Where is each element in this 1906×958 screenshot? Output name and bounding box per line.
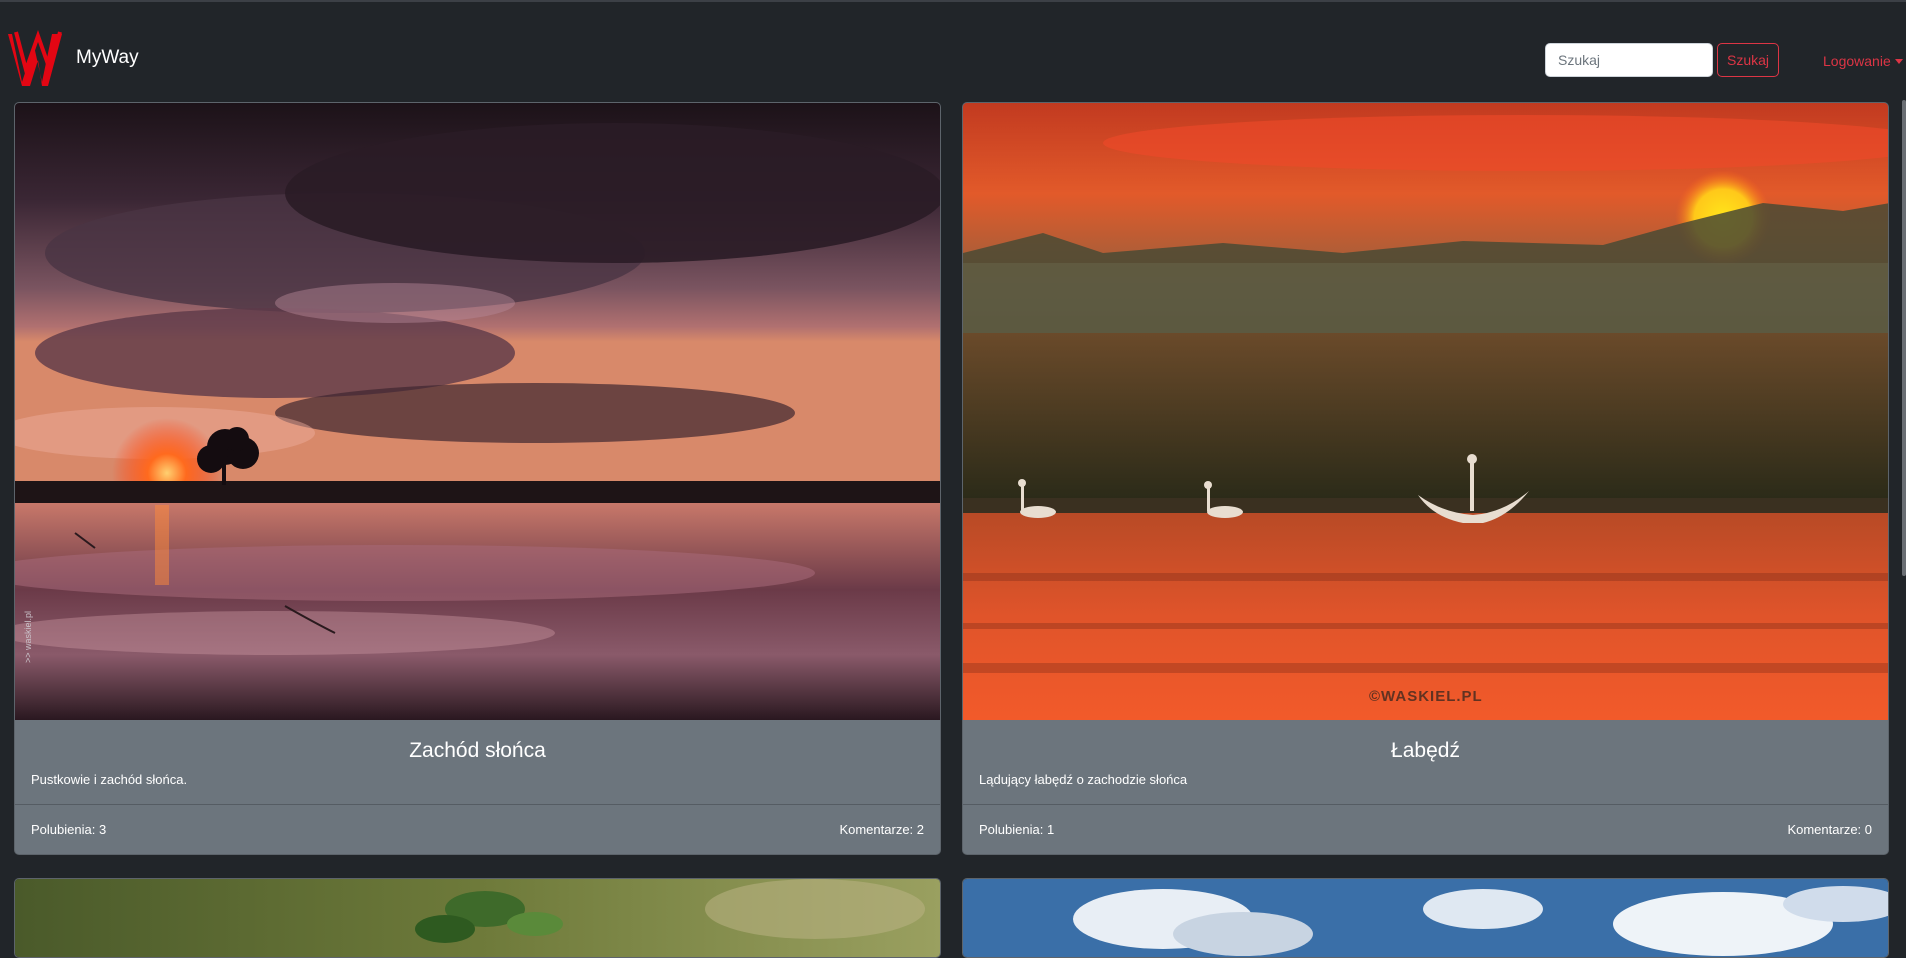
brand-name: MyWay <box>76 47 139 68</box>
image-watermark: ©WASKIEL.PL <box>1369 688 1483 705</box>
comments-count: Komentarze: 2 <box>839 822 924 837</box>
card-body: Łabędź Lądujący łabędź o zachodzie słońc… <box>963 720 1888 804</box>
caret-down-icon <box>1894 58 1903 64</box>
sky-photo <box>963 879 1888 957</box>
login-dropdown[interactable]: Logowanie <box>1823 52 1903 70</box>
card-title: Zachód słońca <box>409 739 546 762</box>
image-watermark: >> waskiel.pl <box>23 610 33 663</box>
post-image[interactable]: ©WASKIEL.PL <box>963 103 1888 720</box>
scrollbar-thumb[interactable] <box>1902 100 1906 576</box>
comments-count: Komentarze: 0 <box>1787 822 1872 837</box>
post-card[interactable] <box>962 878 1889 958</box>
search-input[interactable] <box>1545 43 1713 77</box>
post-card[interactable]: >> waskiel.pl Zachód słońca Pustkowie i … <box>14 102 941 855</box>
post-card[interactable] <box>14 878 941 958</box>
sunset-photo <box>15 103 940 720</box>
card-title: Łabędź <box>1391 739 1460 762</box>
search-button[interactable]: Szukaj <box>1717 43 1779 77</box>
likes-count: Polubienia: 1 <box>979 822 1055 837</box>
navbar: MyWay Szukaj Logowanie <box>0 2 1906 100</box>
card-body: Zachód słońca Pustkowie i zachód słońca. <box>15 720 940 804</box>
login-label: Logowanie <box>1823 53 1891 69</box>
foliage-photo <box>15 879 940 957</box>
brand[interactable]: MyWay <box>8 28 139 88</box>
likes-count: Polubienia: 3 <box>31 822 107 837</box>
card-footer: Polubienia: 3 Komentarze: 2 <box>15 804 940 854</box>
post-card[interactable]: ©WASKIEL.PL Łabędź Lądujący łabędź o zac… <box>962 102 1889 855</box>
myway-logo-icon <box>8 29 62 86</box>
swan-photo <box>963 103 1888 720</box>
card-description: Pustkowie i zachód słońca. <box>31 772 188 787</box>
card-footer: Polubienia: 1 Komentarze: 0 <box>963 804 1888 854</box>
card-description: Lądujący łabędź o zachodzie słońca <box>979 772 1188 787</box>
post-image[interactable]: >> waskiel.pl <box>15 103 940 720</box>
